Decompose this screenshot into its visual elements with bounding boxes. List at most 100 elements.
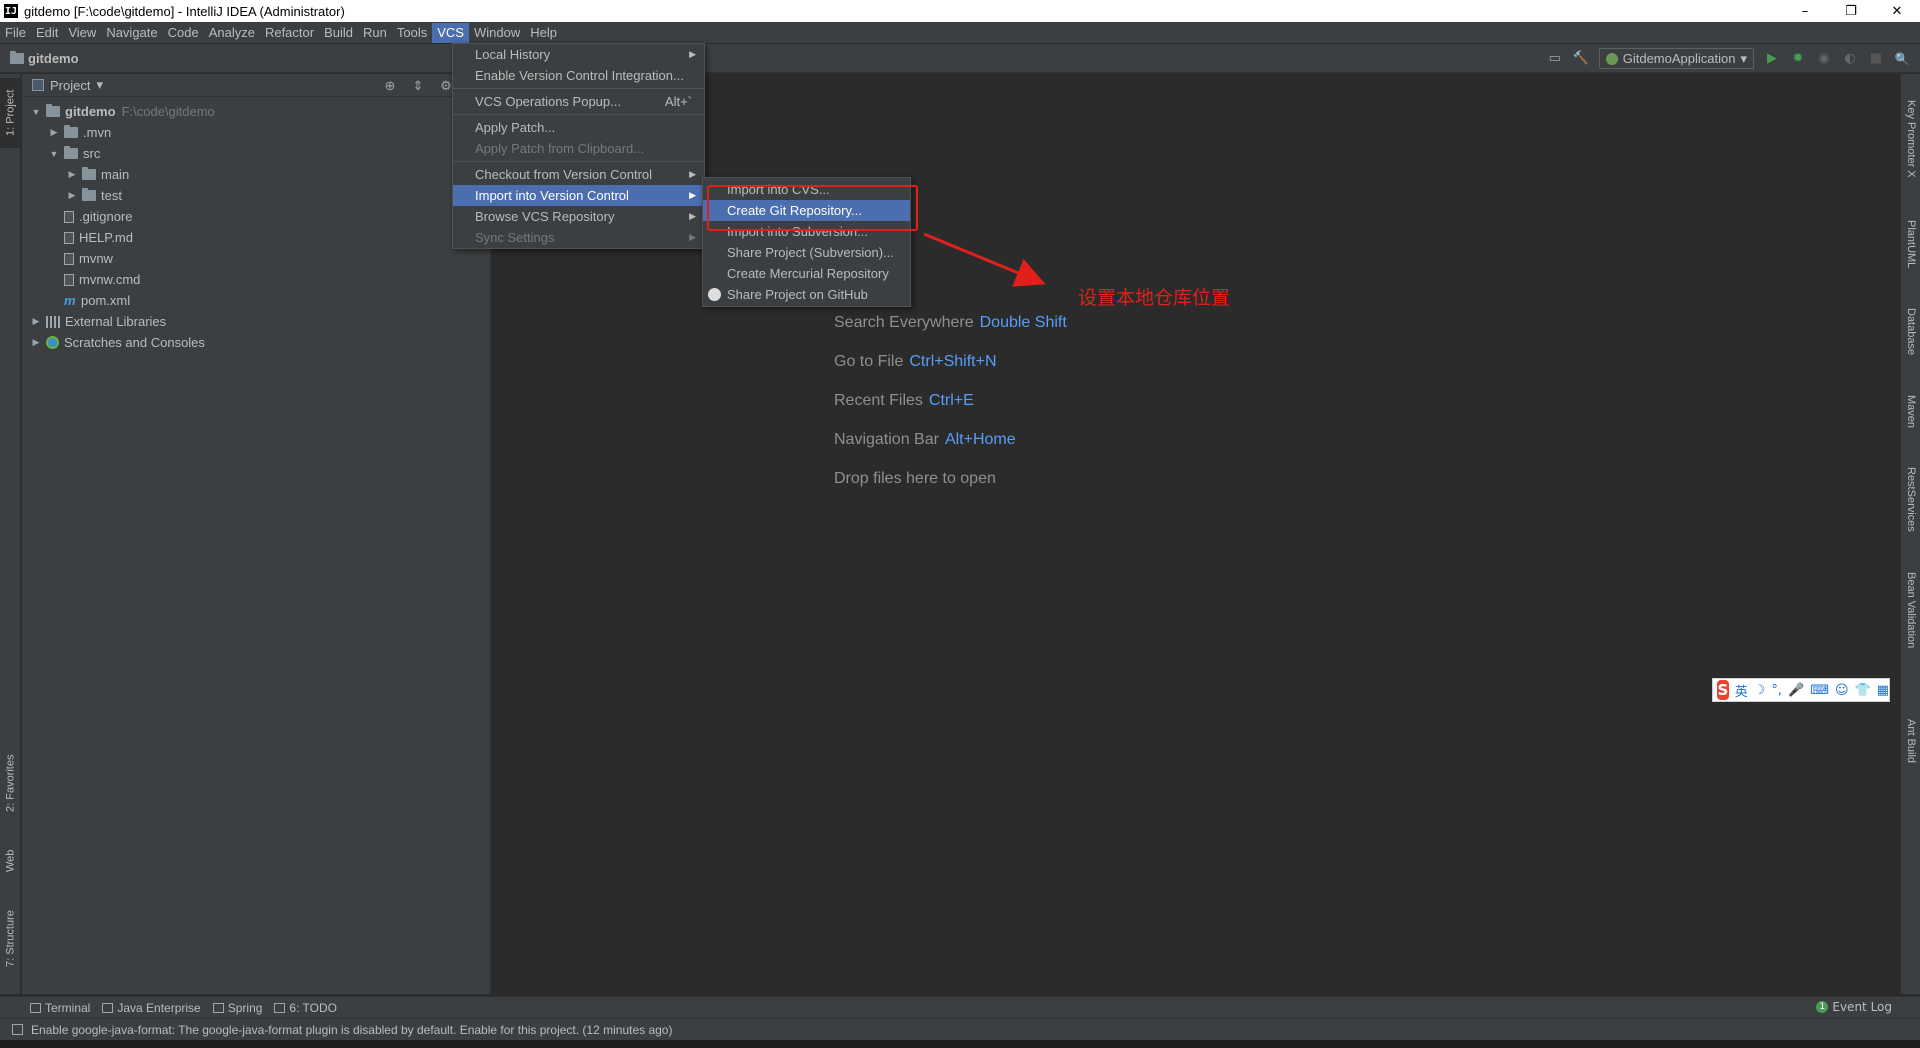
tree-item[interactable]: ▶ test [22, 185, 490, 206]
ime-tool-icon[interactable]: °, [1771, 683, 1782, 698]
import-submenu-item[interactable]: Share Project on GitHub [703, 284, 910, 305]
file-icon [64, 210, 74, 223]
vcs-menu-item[interactable]: Enable Version Control Integration... [453, 65, 704, 86]
ime-tool-icon[interactable]: ☺ [1835, 683, 1849, 698]
run-icon[interactable]: ▶ [1764, 51, 1780, 67]
tree-item[interactable]: mvnw [22, 248, 490, 269]
restore-button[interactable]: ❐ [1828, 0, 1874, 22]
vcs-menu-item[interactable]: Apply Patch... [453, 117, 704, 138]
import-submenu-item[interactable]: Share Project (Subversion)... [703, 242, 910, 263]
menu-vcs[interactable]: VCS [432, 22, 469, 43]
search-icon[interactable]: 🔍 [1894, 51, 1910, 67]
vcs-menu-item[interactable]: Browse VCS Repository ▶ [453, 206, 704, 227]
menu-tools[interactable]: Tools [392, 23, 432, 43]
expanded-arrow-icon[interactable]: ▼ [30, 107, 42, 117]
collapsed-arrow-icon[interactable]: ▶ [48, 127, 60, 138]
hint-shortcut[interactable]: Ctrl+Shift+N [909, 353, 996, 370]
tree-item[interactable]: HELP.md [22, 227, 490, 248]
tree-item[interactable]: ▼ src [22, 143, 490, 164]
menu-refactor[interactable]: Refactor [260, 23, 319, 43]
tab-ant-build[interactable]: Ant Build [1901, 706, 1920, 776]
submenu-arrow-icon: ▶ [689, 49, 696, 59]
vcs-menu-item[interactable]: Checkout from Version Control ▶ [453, 164, 704, 185]
ime-tool-icon[interactable]: 🎤 [1788, 683, 1804, 698]
tree-item[interactable]: ▶ main [22, 164, 490, 185]
status-message[interactable]: Enable google-java-format: The google-ja… [31, 1023, 672, 1037]
tab-restservices[interactable]: RestServices [1901, 454, 1920, 544]
intellij-app-icon: IJ [4, 4, 18, 18]
tab-database[interactable]: Database [1901, 292, 1920, 372]
collapsed-arrow-icon[interactable]: ▶ [30, 316, 42, 327]
tree-item[interactable]: ▶ .mvn [22, 122, 490, 143]
tab-favorites[interactable]: 2: Favorites [0, 738, 21, 828]
menu-edit[interactable]: Edit [31, 23, 63, 43]
tree-item[interactable]: .gitignore [22, 206, 490, 227]
menu-build[interactable]: Build [319, 23, 358, 43]
menu-navigate[interactable]: Navigate [101, 23, 162, 43]
tree-item[interactable]: m pom.xml [22, 290, 490, 311]
bottom-tab-6-todo[interactable]: 6: TODO [274, 1001, 337, 1015]
sogou-logo-icon[interactable]: S [1717, 680, 1729, 700]
menu-code[interactable]: Code [163, 23, 204, 43]
hint-shortcut[interactable]: Ctrl+E [929, 392, 974, 409]
editor-hint: Navigation Bar Alt+Home [834, 431, 1016, 449]
ime-tool-icon[interactable]: 👕 [1855, 683, 1871, 698]
menu-file[interactable]: File [0, 23, 31, 43]
tree-item-label: main [101, 167, 130, 182]
menu-run[interactable]: Run [358, 23, 392, 43]
hint-shortcut[interactable]: Alt+Home [945, 431, 1016, 448]
vcs-menu-item[interactable]: VCS Operations Popup... Alt+` [453, 91, 704, 112]
expanded-arrow-icon[interactable]: ▼ [48, 149, 60, 159]
vcs-menu-item[interactable]: Import into Version Control ▶ [453, 185, 704, 206]
tab-maven[interactable]: Maven [1901, 382, 1920, 442]
collapsed-arrow-icon[interactable]: ▶ [30, 337, 42, 348]
bottom-tab-java-enterprise[interactable]: Java Enterprise [102, 1001, 201, 1015]
debug-icon[interactable]: ✹ [1790, 51, 1806, 67]
coverage-icon[interactable]: ◉ [1816, 51, 1832, 67]
ime-tool-icon[interactable]: 英 [1735, 681, 1748, 700]
import-submenu-item[interactable]: Create Mercurial Repository [703, 263, 910, 284]
tab-key-promoter-x[interactable]: Key Promoter X [1901, 84, 1920, 194]
vcs-menu-item[interactable]: Local History ▶ [453, 44, 704, 65]
ime-toolbar[interactable]: S 英 ☽ °, 🎤 ⌨ ☺ 👕 ▦ [1712, 678, 1890, 702]
run-configuration-select[interactable]: GitdemoApplication ▾ [1598, 48, 1754, 69]
collapsed-arrow-icon[interactable]: ▶ [66, 169, 78, 180]
locate-icon[interactable]: ⊕ [382, 78, 398, 94]
profile-icon[interactable]: ◐ [1842, 51, 1858, 67]
ime-tool-icon[interactable]: ☽ [1754, 683, 1766, 698]
status-toggle-icon[interactable] [12, 1024, 23, 1035]
bottom-tab-spring[interactable]: Spring [212, 1001, 262, 1015]
file-icon [64, 273, 74, 286]
tree-item[interactable]: ▼ gitdemo F:\code\gitdemo [22, 101, 490, 122]
hint-shortcut[interactable]: Double Shift [980, 314, 1067, 331]
ime-tool-icon[interactable]: ▦ [1877, 683, 1889, 698]
bottom-tab-terminal[interactable]: Terminal [30, 1001, 90, 1015]
collapse-all-icon[interactable]: ⇕ [410, 78, 426, 94]
breadcrumb[interactable]: gitdemo [10, 50, 79, 66]
bottom-tab-label: Terminal [45, 1000, 91, 1015]
tab-project[interactable]: 1: Project [0, 78, 21, 148]
menu-window[interactable]: Window [469, 23, 525, 43]
collapsed-arrow-icon[interactable]: ▶ [66, 190, 78, 201]
hint-label: Recent Files [834, 392, 923, 409]
build-icon[interactable]: 🔨 [1573, 51, 1589, 67]
minimize-button[interactable]: – [1782, 0, 1828, 22]
tab-plantuml[interactable]: PlantUML [1901, 204, 1920, 284]
ime-tool-icon[interactable]: ⌨ [1810, 683, 1829, 698]
tab-web[interactable]: Web [0, 836, 21, 886]
tree-item-label: .mvn [83, 125, 112, 140]
layout-icon[interactable]: ▭ [1547, 51, 1563, 67]
file-icon [64, 210, 74, 223]
tree-item[interactable]: ▶ External Libraries [22, 311, 490, 332]
tab-bean-validation[interactable]: Bean Validation [1901, 560, 1920, 660]
menu-analyze[interactable]: Analyze [204, 23, 260, 43]
tree-item[interactable]: ▶ Scratches and Consoles [22, 332, 490, 353]
event-log-button[interactable]: 1 Event Log [1816, 1000, 1892, 1014]
tree-item[interactable]: mvnw.cmd [22, 269, 490, 290]
menu-help[interactable]: Help [525, 23, 562, 43]
menu-view[interactable]: View [63, 23, 101, 43]
tab-structure[interactable]: 7: Structure [0, 894, 21, 984]
project-panel-header[interactable]: Project ▾ ⊕ ⇕ ⚙ [22, 74, 490, 97]
stop-icon[interactable]: ■ [1868, 51, 1884, 67]
close-button[interactable]: ✕ [1874, 0, 1920, 22]
